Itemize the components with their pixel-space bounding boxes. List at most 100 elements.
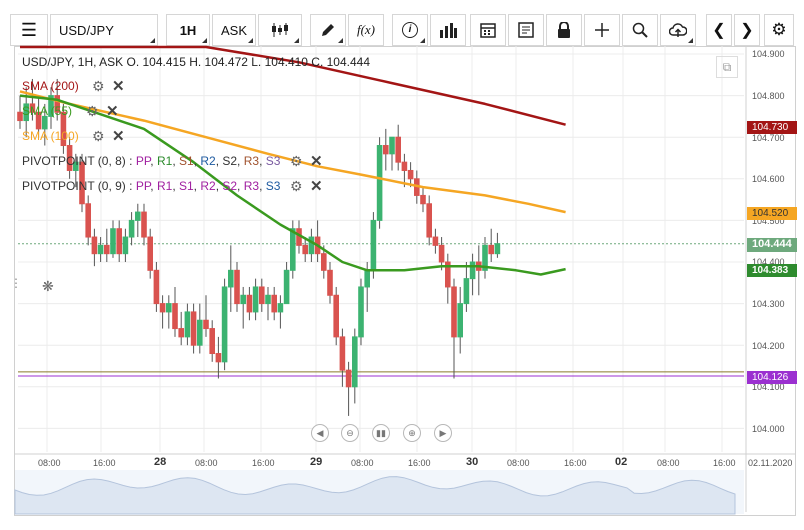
pivot2-pp: PP (135, 179, 151, 193)
sma55-close-icon[interactable]: ✕ (106, 102, 119, 120)
candle (277, 295, 284, 329)
candle (259, 278, 265, 312)
candle (494, 232, 501, 258)
candle-body (252, 286, 259, 313)
pan-left-button[interactable]: ◀ (311, 424, 329, 442)
pivot1-s3: S3 (265, 154, 281, 168)
candle (283, 262, 290, 305)
candle (476, 245, 482, 296)
chevron-left-icon: ◀ (316, 427, 324, 438)
legend-sma200-label: SMA (200) (22, 79, 79, 93)
zoom-out-button[interactable]: ⊖ (341, 424, 359, 442)
pivot1-close-icon[interactable]: ✕ (310, 152, 323, 170)
candle (197, 303, 203, 354)
candle (420, 187, 426, 213)
candle-body (221, 286, 228, 363)
sma200-gear-icon[interactable]: ⚙ (92, 78, 105, 95)
candle (166, 295, 172, 329)
drag-handle-icon[interactable]: ⋮ (10, 276, 22, 290)
candle (395, 124, 401, 171)
sma55-gear-icon[interactable]: ⚙ (86, 103, 99, 120)
legend-sma55-label: SMA (55) (22, 104, 73, 118)
current-price-tag: 104.444 (747, 238, 797, 252)
candle (432, 228, 439, 254)
pan-right-button[interactable]: ▶ (434, 424, 452, 442)
candle-body (215, 353, 222, 363)
sma100-gear-icon[interactable]: ⚙ (92, 128, 105, 145)
candle-body (147, 236, 153, 271)
candle (172, 286, 178, 337)
candle-body (172, 303, 178, 330)
pivot1-s2: S2 (222, 154, 238, 168)
candle-body (104, 244, 110, 255)
candle (116, 220, 123, 262)
candle (463, 262, 470, 312)
zoom-in-icon: ⊕ (408, 427, 416, 438)
legend-pivot2[interactable]: PIVOTPOINT (0, 9) : PP, R1, S1, R2, S2, … (22, 179, 280, 193)
candle-body (339, 336, 346, 371)
candle (104, 228, 110, 262)
candle (389, 136, 395, 171)
candle (271, 286, 277, 321)
candle-body (153, 269, 160, 305)
expand-icon: ⧉ (722, 59, 732, 74)
pivot2-name: PIVOTPOINT (0, 9) (22, 179, 126, 193)
chevron-right-icon: ▶ (439, 427, 447, 438)
candle-body (91, 236, 98, 255)
candle-body (97, 244, 104, 255)
candle-body (345, 369, 352, 388)
reset-view-button[interactable]: ▮▮ (372, 424, 390, 442)
candle (147, 228, 153, 279)
candle-body (209, 328, 215, 355)
candle-body (128, 219, 135, 238)
candle (246, 286, 253, 321)
sma100-close-icon[interactable]: ✕ (112, 127, 125, 145)
candle-body (85, 203, 92, 238)
candle-body (494, 243, 501, 255)
legend-sma55[interactable]: SMA (55) (22, 104, 72, 118)
candle-body (389, 136, 395, 155)
legend-pivot1[interactable]: PIVOTPOINT (0, 8) : PP, R1, S1, R2, S2, … (22, 154, 280, 168)
candle-body (451, 286, 457, 338)
candle (426, 195, 432, 246)
candle (445, 253, 451, 304)
candle (91, 228, 98, 267)
expand-button[interactable]: ⧉ (716, 56, 738, 78)
pivot1-gear-icon[interactable]: ⚙ (290, 153, 303, 170)
candle (240, 286, 246, 329)
candle (135, 203, 141, 238)
candle (358, 278, 364, 346)
x-tick-day: 30 (466, 456, 479, 468)
candle-body (197, 319, 203, 346)
candle-body (122, 236, 129, 255)
candle (234, 262, 240, 312)
pivot2-s1: S1 (178, 179, 194, 193)
candle-body (370, 219, 377, 271)
candle-body (259, 286, 265, 305)
pivot2-gear-icon[interactable]: ⚙ (290, 178, 303, 195)
candle-body (166, 303, 172, 313)
legend-sma200[interactable]: SMA (200) (22, 79, 79, 93)
zoom-in-button[interactable]: ⊕ (403, 424, 421, 442)
candle-body (246, 294, 253, 313)
candle-body (383, 145, 389, 155)
candle-body (457, 303, 463, 338)
bug-icon[interactable]: ❋ (42, 278, 54, 295)
candle-body (333, 294, 339, 338)
y-tick: 104.900 (752, 49, 785, 59)
pivot1-r1: R1 (156, 154, 173, 168)
sma200-close-icon[interactable]: ✕ (112, 77, 125, 95)
pivot2-close-icon[interactable]: ✕ (310, 177, 323, 195)
candle (339, 328, 346, 387)
ohlc-readout: USD/JPY, 1H, ASK O. 104.415 H. 104.472 L… (22, 55, 371, 69)
candle (345, 361, 352, 416)
candle (209, 320, 215, 362)
candle-body (178, 328, 184, 338)
candle-body (463, 278, 470, 305)
candle-body (203, 319, 209, 330)
legend-sma100-label: SMA (100) (22, 129, 79, 143)
candle (451, 278, 457, 379)
legend-sma100[interactable]: SMA (100) (22, 129, 79, 143)
candle (252, 278, 259, 321)
candle-body (469, 261, 476, 280)
